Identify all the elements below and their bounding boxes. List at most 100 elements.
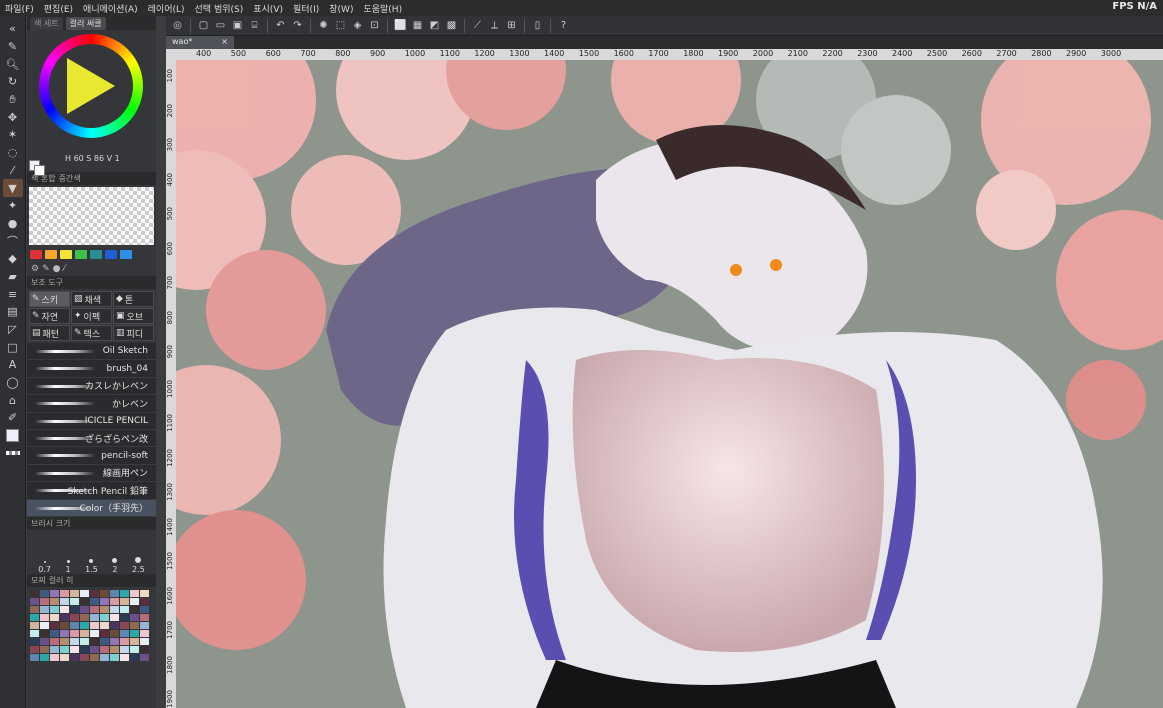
color-mix-area[interactable] xyxy=(29,187,154,245)
brush-item[interactable]: カスレかレベン xyxy=(27,378,156,396)
subtool-0[interactable]: ✎ 스키 xyxy=(29,291,70,307)
auto-select-icon[interactable]: ✶ xyxy=(3,126,23,144)
tab-palette-2[interactable]: 컬러 히 xyxy=(49,575,74,586)
main-color-icon[interactable] xyxy=(3,427,23,445)
frame-icon[interactable]: ▤ xyxy=(3,303,23,321)
drawing-canvas[interactable] xyxy=(176,60,1163,708)
correct-line-icon[interactable]: ⌂ xyxy=(3,391,23,409)
palette-cell[interactable] xyxy=(90,613,99,621)
palette-cell[interactable] xyxy=(30,645,39,653)
palette-cell[interactable] xyxy=(60,621,69,629)
palette-cell[interactable] xyxy=(40,653,49,661)
brush-item[interactable]: 線画用ペン xyxy=(27,465,156,483)
blend-icon[interactable]: ● xyxy=(3,215,23,233)
swatch-4[interactable] xyxy=(90,250,102,259)
brush-item[interactable]: かレベン xyxy=(27,395,156,413)
swatch-6[interactable] xyxy=(120,250,132,259)
eyedropper-icon[interactable]: ⁄ xyxy=(3,162,23,180)
ruler-icon[interactable]: ◸ xyxy=(3,321,23,339)
palette-cell[interactable] xyxy=(80,613,89,621)
swatch-2[interactable] xyxy=(60,250,72,259)
palette-cell[interactable] xyxy=(60,613,69,621)
brush-item[interactable]: Oil Sketch xyxy=(27,343,156,361)
palette-cell[interactable] xyxy=(30,589,39,597)
close-tab-icon[interactable]: × xyxy=(221,37,228,48)
brush-size-option[interactable]: 2.5 xyxy=(132,542,145,574)
palette-cell[interactable] xyxy=(80,653,89,661)
palette-cell[interactable] xyxy=(100,645,109,653)
transform-icon[interactable]: ⊡ xyxy=(367,18,382,33)
snap-special-icon[interactable]: ⟂ xyxy=(487,18,502,33)
decoration-icon[interactable]: ✦ xyxy=(3,197,23,215)
palette-cell[interactable] xyxy=(130,621,139,629)
palette-cell[interactable] xyxy=(30,621,39,629)
brush-item[interactable]: brush_04 xyxy=(27,360,156,378)
selection-icon[interactable]: ▩ xyxy=(444,18,459,33)
palette-cell[interactable] xyxy=(130,613,139,621)
palette-cell[interactable] xyxy=(110,645,119,653)
saturation-triangle[interactable] xyxy=(67,58,115,114)
text-icon[interactable]: A xyxy=(3,356,23,374)
brush-size-option[interactable]: 0.7 xyxy=(38,542,51,574)
tab-palette-1[interactable]: 모찌 xyxy=(31,575,46,586)
brush-item[interactable]: Sketch Pencil 鉛筆 xyxy=(27,482,156,500)
palette-cell[interactable] xyxy=(100,637,109,645)
app-icon[interactable]: ◎ xyxy=(170,18,185,33)
palette-cell[interactable] xyxy=(140,589,149,597)
palette-cell[interactable] xyxy=(70,645,79,653)
swatch-3[interactable] xyxy=(75,250,87,259)
fill-cmd-icon[interactable]: ◈ xyxy=(350,18,365,33)
tab-color-set[interactable]: 색 세트 xyxy=(30,16,63,30)
snap-grid-icon[interactable]: ⊞ xyxy=(504,18,519,33)
menu-item-0[interactable]: 파일(F) xyxy=(0,2,39,15)
palette-cell[interactable] xyxy=(100,629,109,637)
swatch-5[interactable] xyxy=(105,250,117,259)
menu-item-1[interactable]: 편집(E) xyxy=(39,2,78,15)
balloon-icon[interactable]: ◯ xyxy=(3,374,23,392)
subtool-5[interactable]: ▣ 오브 xyxy=(113,308,154,324)
new-file-icon[interactable]: ▢ xyxy=(196,18,211,33)
palette-cell[interactable] xyxy=(70,589,79,597)
palette-cell[interactable] xyxy=(40,621,49,629)
palette-cell[interactable] xyxy=(60,637,69,645)
palette-cell[interactable] xyxy=(100,589,109,597)
brush-size-option[interactable]: 2 xyxy=(112,542,117,574)
palette-cell[interactable] xyxy=(30,605,39,613)
palette-cell[interactable] xyxy=(70,613,79,621)
brush-size-option[interactable]: 1 xyxy=(66,542,71,574)
palette-cell[interactable] xyxy=(110,597,119,605)
palette-cell[interactable] xyxy=(130,589,139,597)
palette-cell[interactable] xyxy=(120,645,129,653)
undo-icon[interactable]: ↶ xyxy=(273,18,288,33)
palette-cell[interactable] xyxy=(80,637,89,645)
palette-cell[interactable] xyxy=(70,605,79,613)
palette-cell[interactable] xyxy=(70,597,79,605)
invert-icon[interactable]: ◩ xyxy=(427,18,442,33)
swatch-0[interactable] xyxy=(30,250,42,259)
palette-cell[interactable] xyxy=(60,645,69,653)
palette-cell[interactable] xyxy=(60,597,69,605)
palette-cell[interactable] xyxy=(90,597,99,605)
pen-tool-icon[interactable]: ✎ xyxy=(3,38,23,56)
figure-icon[interactable]: □ xyxy=(3,338,23,356)
palette-cell[interactable] xyxy=(130,645,139,653)
palette-cell[interactable] xyxy=(50,637,59,645)
palette-cell[interactable] xyxy=(50,645,59,653)
palette-cell[interactable] xyxy=(70,629,79,637)
brush-item[interactable]: Color（手羽先） xyxy=(27,499,156,517)
palette-cell[interactable] xyxy=(90,589,99,597)
lasso-icon[interactable]: ◌ xyxy=(3,144,23,162)
subtool-7[interactable]: ✎ 텍스 xyxy=(71,325,112,341)
palette-cell[interactable] xyxy=(40,637,49,645)
palette-cell[interactable] xyxy=(140,653,149,661)
menu-item-4[interactable]: 선택 범위(S) xyxy=(190,2,249,15)
palette-cell[interactable] xyxy=(60,589,69,597)
palette-cell[interactable] xyxy=(120,613,129,621)
palette-cell[interactable] xyxy=(50,613,59,621)
palette-cell[interactable] xyxy=(50,653,59,661)
device-icon[interactable]: ▯ xyxy=(530,18,545,33)
help-icon[interactable]: ? xyxy=(556,18,571,33)
loading-icon[interactable]: ✺ xyxy=(316,18,331,33)
palette-cell[interactable] xyxy=(80,621,89,629)
palette-cell[interactable] xyxy=(140,605,149,613)
